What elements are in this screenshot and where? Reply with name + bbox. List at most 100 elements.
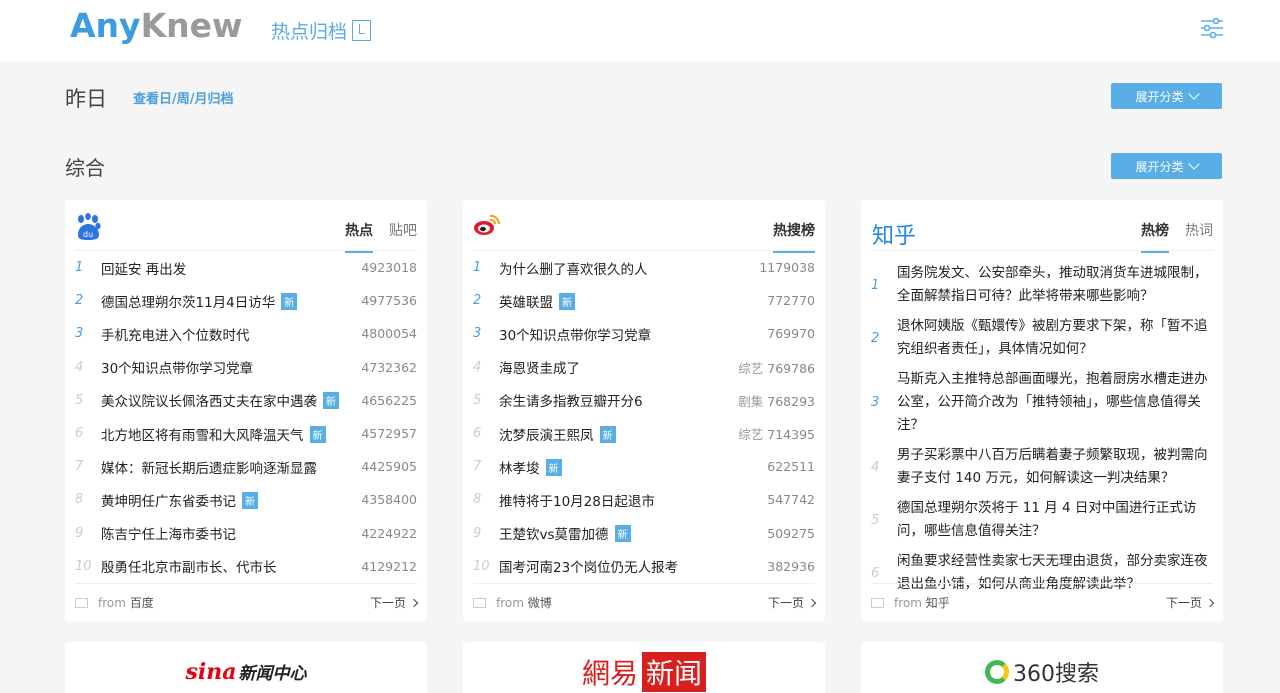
list-item[interactable]: 3 手机充电进入个位数时代 4800054 [75, 317, 417, 350]
title-text: 为什么删了喜欢很久的人 [499, 261, 648, 278]
list-item[interactable]: 10 殷勇任北京市副市长、代市长 4129212 [75, 550, 417, 583]
zhihu-card: 知乎 热榜 热词 1 国务院发文、公安部牵头，推动取消货车进城限制，全面解禁指日可… [861, 200, 1223, 621]
list-item[interactable]: 5 余生请多指教豆瓣开分6 剧集 768293 [473, 384, 815, 417]
copy-icon[interactable] [75, 597, 88, 608]
list-item[interactable]: 1 回延安 再出发 4923018 [75, 251, 417, 284]
date-label: 昨日 [65, 87, 107, 111]
weibo-card: 热搜榜 1 为什么删了喜欢很久的人 1179038 2 英雄联盟新 772770 3 30… [463, 200, 825, 621]
list-item[interactable]: 2 德国总理朔尔茨11月4日访华新 4977536 [75, 284, 417, 317]
count: 4977536 [361, 293, 417, 309]
item-title: 德国总理朔尔茨将于 11 月 4 日对中国进行正式访问，哪些信息值得关注？ [897, 500, 1197, 539]
rank: 1 [871, 277, 880, 293]
list-item[interactable]: 1 为什么删了喜欢很久的人 1179038 [473, 251, 815, 284]
anyknew-logo[interactable]: AnyKnew [70, 6, 243, 45]
next-page-button[interactable]: 下一页 [1166, 594, 1215, 611]
list-item[interactable]: 7 媒体：新冠长期后遗症影响逐渐显露 4425905 [75, 450, 417, 483]
count: 4224922 [361, 525, 417, 541]
next-label: 下一页 [767, 596, 804, 610]
new-badge: 新 [309, 425, 326, 443]
title-text: 30个知识点带你学习党章 [499, 327, 652, 344]
count: 4358400 [361, 492, 417, 508]
sina-logo: sina 新闻中心 [186, 659, 307, 685]
title-text: 王楚钦vs莫雷加德 [499, 527, 609, 544]
list-item[interactable]: 4 男子买彩票中八百万后瞒着妻子频繁取现，被判需向妻子支付 140 万元，如何解读… [871, 444, 1213, 490]
tab-tieba[interactable]: 贴吧 [389, 220, 417, 253]
clock-icon [352, 20, 372, 41]
expand-categories-button-top[interactable]: 展开分类 [1111, 83, 1222, 109]
new-badge: 新 [559, 292, 575, 310]
tab-hot-list[interactable]: 热榜 [1141, 220, 1169, 253]
card-tabs: 热点 贴吧 [329, 220, 417, 253]
360-wordmark: 360搜索 [1013, 662, 1099, 687]
svg-text:du: du [83, 230, 93, 239]
list-item[interactable]: 2 退休阿姨版《甄嬛传》被剧方要求下架，称「暂不追究组织者责任」，具体情况如何？ [871, 315, 1213, 361]
item-title: 德国总理朔尔茨11月4日访华新 [101, 291, 361, 311]
item-title: 余生请多指教豆瓣开分6 [499, 390, 738, 410]
list-item[interactable]: 4 海恩贤圭成了 综艺 769786 [473, 351, 815, 384]
count: 772770 [767, 293, 815, 309]
item-title: 美众议院议长佩洛西丈夫在家中遇袭新 [101, 390, 361, 410]
netease-logo: 網易 新闻 [582, 652, 707, 692]
chevron-down-icon [1187, 158, 1200, 170]
item-title: 国考河南23个岗位仍无人报考 [499, 556, 767, 576]
rank: 8 [473, 492, 482, 508]
next-page-button[interactable]: 下一页 [370, 594, 419, 611]
list-item[interactable]: 4 30个知识点带你学习党章 4732362 [75, 351, 417, 384]
count: 509275 [767, 525, 815, 541]
title-text: 手机充电进入个位数时代 [101, 327, 250, 344]
from-prefix: from [496, 596, 524, 610]
list-item[interactable]: 2 英雄联盟新 772770 [473, 284, 815, 317]
list-item[interactable]: 6 北方地区将有雨雪和大风降温天气新 4572957 [75, 417, 417, 450]
list-item[interactable]: 6 沈梦辰演王熙凤新综艺 714395 [473, 417, 815, 450]
item-title: 黄坤明任广东省委书记新 [101, 490, 361, 510]
rank: 5 [75, 392, 84, 408]
360-search-logo: 360搜索 [985, 656, 1099, 688]
rank: 1 [75, 260, 84, 276]
item-title: 陈吉宁任上海市委书记 [101, 523, 361, 543]
list-item[interactable]: 5 美众议院议长佩洛西丈夫在家中遇袭新 4656225 [75, 384, 417, 417]
copy-icon[interactable] [871, 597, 884, 608]
hot-archive-link[interactable]: 热点归档 [271, 17, 372, 44]
baidu-card: du 热点 贴吧 1 回延安 再出发 4923018 2 德国总理朔尔茨11月4日访华… [65, 200, 427, 621]
count: 4800054 [361, 326, 417, 342]
list-item[interactable]: 1 国务院发文、公安部牵头，推动取消货车进城限制，全面解禁指日可待？此举将带来哪些… [871, 262, 1213, 308]
list-item[interactable]: 8 推特将于10月28日起退市 547742 [473, 483, 815, 516]
list-item[interactable]: 3 30个知识点带你学习党章 769970 [473, 317, 815, 350]
list-item[interactable]: 9 王楚钦vs莫雷加德新 509275 [473, 517, 815, 550]
item-title: 回延安 再出发 [101, 258, 361, 278]
rank: 4 [75, 359, 84, 375]
zhihu-logo: 知乎 [872, 224, 917, 249]
360-search-card[interactable]: 360搜索 [861, 642, 1223, 693]
sina-news-card[interactable]: sina 新闻中心 [65, 642, 427, 693]
item-title: 为什么删了喜欢很久的人 [499, 258, 759, 278]
new-badge: 新 [545, 458, 562, 476]
tab-hot[interactable]: 热点 [345, 220, 373, 253]
expand-label: 展开分类 [1135, 89, 1184, 104]
rank: 8 [75, 492, 84, 508]
settings-sliders-icon[interactable] [1200, 17, 1224, 39]
view-archive-link[interactable]: 查看日/周/月归档 [133, 88, 234, 107]
card-header: 热搜榜 [473, 210, 815, 253]
logo-ny: ny [95, 6, 141, 45]
rank: 6 [75, 426, 84, 442]
chevron-right-icon [807, 598, 817, 607]
netease-news-card[interactable]: 網易 新闻 [463, 642, 825, 693]
rank: 7 [473, 459, 482, 475]
list-item[interactable]: 10 国考河南23个岗位仍无人报考 382936 [473, 550, 815, 583]
title-text: 余生请多指教豆瓣开分6 [499, 394, 643, 411]
list-item[interactable]: 8 黄坤明任广东省委书记新 4358400 [75, 483, 417, 516]
count: 4129212 [361, 558, 417, 574]
tab-hot-words[interactable]: 热词 [1185, 220, 1213, 253]
list-item[interactable]: 9 陈吉宁任上海市委书记 4224922 [75, 517, 417, 550]
count: 1179038 [759, 260, 815, 276]
copy-icon[interactable] [473, 597, 486, 608]
card-tabs: 热榜 热词 [1125, 220, 1213, 253]
tab-hot-search[interactable]: 热搜榜 [773, 220, 815, 253]
next-page-button[interactable]: 下一页 [767, 594, 817, 611]
list-item[interactable]: 3 马斯克入主推特总部画面曝光，抱着厨房水槽走进办公室，公开简介改为「推特领袖」，… [871, 368, 1213, 437]
list-item[interactable]: 7 林孝埈新 622511 [473, 450, 815, 483]
netease-news-label: 新闻 [642, 652, 707, 692]
expand-categories-button-section[interactable]: 展开分类 [1111, 153, 1222, 179]
count: 4425905 [361, 459, 417, 475]
list-item[interactable]: 5 德国总理朔尔茨将于 11 月 4 日对中国进行正式访问，哪些信息值得关注？ [871, 497, 1213, 543]
